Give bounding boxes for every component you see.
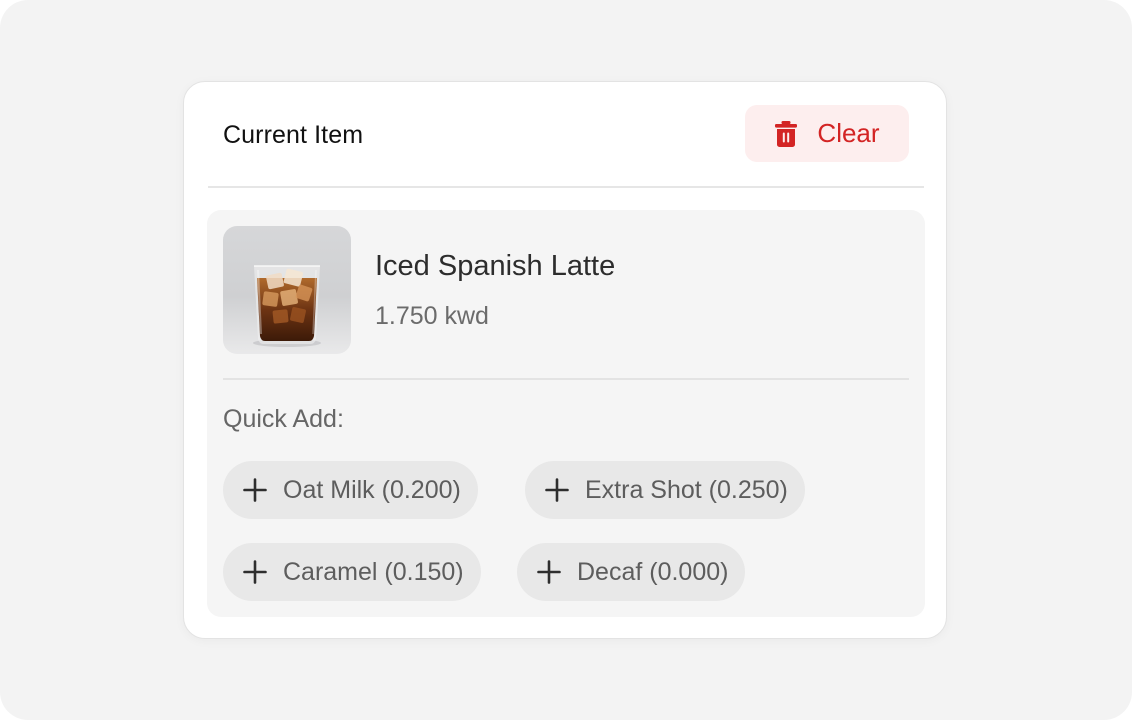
quick-add-option-label: Extra Shot (0.250) [585,475,788,504]
plus-icon [243,560,267,584]
clear-button[interactable]: Clear [745,105,909,162]
quick-add-option-label: Oat Milk (0.200) [283,475,461,504]
trash-icon [775,120,798,147]
header-divider [208,186,924,188]
quick-add-oat-milk-button[interactable]: Oat Milk (0.200) [223,461,478,519]
card-header: Current Item Clear [184,82,946,186]
clear-button-label: Clear [817,118,880,148]
item-panel: Iced Spanish Latte 1.750 kwd Quick Add: … [207,210,925,617]
item-price: 1.750 kwd [375,302,489,330]
quick-add-option-label: Caramel (0.150) [283,557,464,586]
card-title: Current Item [223,121,364,149]
quick-add-option-label: Decaf (0.000) [577,557,729,586]
item-divider [223,378,909,380]
item-name: Iced Spanish Latte [375,250,616,282]
plus-icon [243,478,267,502]
plus-icon [545,478,569,502]
item-thumbnail [223,226,351,354]
quick-add-caramel-button[interactable]: Caramel (0.150) [223,543,481,601]
quick-add-decaf-button[interactable]: Decaf (0.000) [517,543,746,601]
quick-add-extra-shot-button[interactable]: Extra Shot (0.250) [525,461,805,519]
quick-add-label: Quick Add: [223,405,344,433]
current-item-card: Current Item Clear Iced Spanish Latte 1.… [183,81,947,639]
iced-coffee-image [223,226,351,354]
plus-icon [537,560,561,584]
